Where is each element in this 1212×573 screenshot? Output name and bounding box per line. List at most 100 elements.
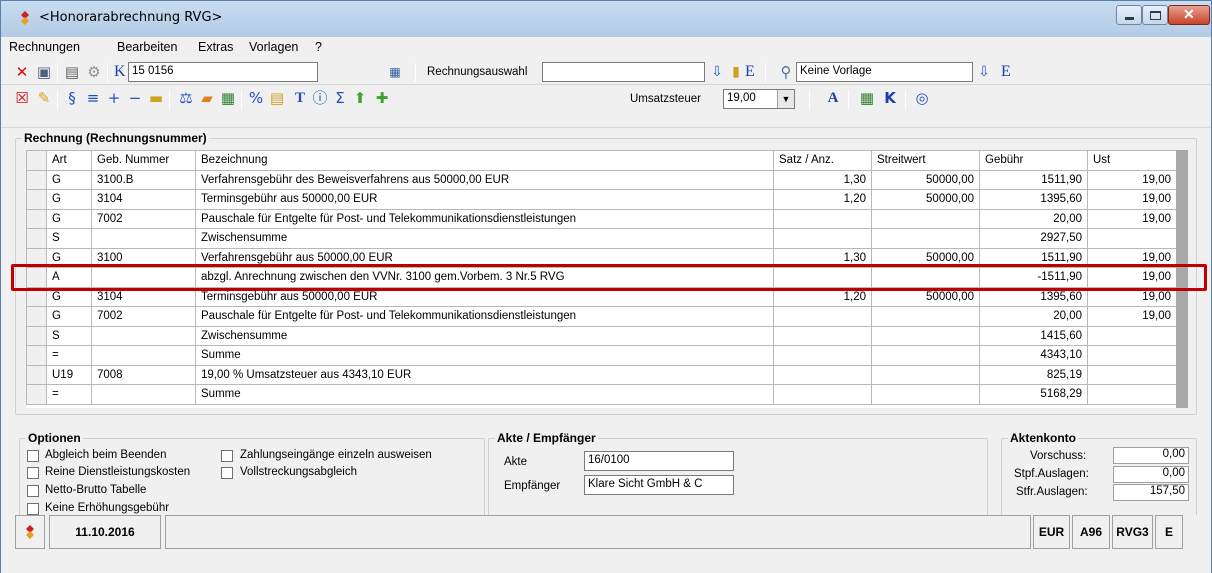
rechnungsauswahl-field[interactable]: [542, 62, 705, 82]
cell-ust[interactable]: 19,00: [1087, 247, 1177, 268]
document-icon[interactable]: ▤: [268, 89, 286, 107]
folder-add-icon[interactable]: ✚: [373, 89, 391, 107]
cell-ust[interactable]: 19,00: [1087, 189, 1177, 210]
row-selector[interactable]: [26, 208, 47, 229]
cell-streitwert[interactable]: 50000,00: [871, 286, 980, 307]
cell-art[interactable]: G: [46, 286, 92, 307]
cell-geb-nummer[interactable]: [91, 228, 196, 249]
folder-up-icon[interactable]: ⬆: [351, 89, 369, 107]
e-label[interactable]: E: [745, 63, 755, 81]
cell-geb-nummer[interactable]: 3100: [91, 247, 196, 268]
cell-art[interactable]: G: [46, 208, 92, 229]
cell-art[interactable]: =: [46, 345, 92, 366]
cell-gebuehr[interactable]: 5168,29: [979, 384, 1088, 405]
delete-icon[interactable]: ✕: [13, 63, 31, 81]
cell-bezeichnung[interactable]: Pauschale für Entgelte für Post- und Tel…: [195, 208, 774, 229]
cell-geb-nummer[interactable]: 7008: [91, 364, 196, 385]
cell-ust[interactable]: [1087, 325, 1177, 346]
cell-geb-nummer[interactable]: 7002: [91, 306, 196, 327]
table-row[interactable]: G 3104 Terminsgebühr aus 50000,00 EUR 1,20 5…: [26, 189, 1177, 210]
cell-geb-nummer[interactable]: [91, 345, 196, 366]
font-icon[interactable]: A: [824, 89, 842, 107]
cell-bezeichnung[interactable]: 19,00 % Umsatzsteuer aus 4343,10 EUR: [195, 364, 774, 385]
equals-icon[interactable]: ≡: [84, 89, 102, 107]
vertical-scrollbar[interactable]: [1176, 150, 1188, 408]
arrow-down-icon[interactable]: ⇩: [975, 63, 993, 81]
cell-streitwert[interactable]: 50000,00: [871, 247, 980, 268]
cell-art[interactable]: G: [46, 169, 92, 190]
cell-streitwert[interactable]: 50000,00: [871, 169, 980, 190]
menu-help[interactable]: ?: [315, 40, 322, 54]
e2-label[interactable]: E: [1001, 63, 1011, 81]
table-edit-icon[interactable]: ▦: [858, 89, 876, 107]
invoice-grid[interactable]: Art Geb. Nummer Bezeichnung Satz / Anz. …: [26, 150, 1188, 408]
row-selector[interactable]: [26, 267, 47, 288]
search-icon[interactable]: ⚲: [777, 63, 795, 81]
cell-streitwert[interactable]: [871, 364, 980, 385]
cell-art[interactable]: U19: [46, 364, 92, 385]
table-icon[interactable]: ▦: [219, 89, 237, 107]
cell-gebuehr[interactable]: 1415,60: [979, 325, 1088, 346]
table-row[interactable]: G 7002 Pauschale für Entgelte für Post- un…: [26, 306, 1177, 327]
row-selector[interactable]: [26, 286, 47, 307]
percent-icon[interactable]: %: [247, 89, 265, 107]
table-row[interactable]: = Summe 4343,10: [26, 345, 1177, 366]
menu-extras[interactable]: Extras: [198, 40, 233, 54]
row-selector[interactable]: [26, 228, 47, 249]
cell-art[interactable]: G: [46, 247, 92, 268]
cell-bezeichnung[interactable]: Terminsgebühr aus 50000,00 EUR: [195, 189, 774, 210]
cell-satz[interactable]: 1,20: [773, 189, 872, 210]
table-row[interactable]: S Zwischensumme 2927,50: [26, 228, 1177, 249]
close-button[interactable]: ✕: [1168, 5, 1210, 25]
minimize-button[interactable]: [1116, 5, 1142, 25]
cell-bezeichnung[interactable]: Summe: [195, 384, 774, 405]
cell-bezeichnung[interactable]: Zwischensumme: [195, 325, 774, 346]
cell-art[interactable]: G: [46, 306, 92, 327]
akte-field[interactable]: 16/0100: [584, 451, 734, 471]
folder-icon[interactable]: ▮: [727, 63, 745, 81]
calculator-icon[interactable]: ▦: [386, 63, 404, 81]
checkbox-netto-brutto[interactable]: [27, 485, 39, 497]
checkbox-reine-dienstleistung[interactable]: [27, 467, 39, 479]
checkbox-zahlungseingaenge[interactable]: [221, 450, 233, 462]
minus-icon[interactable]: −: [126, 89, 144, 107]
col-ust[interactable]: Ust: [1087, 150, 1177, 171]
table-row[interactable]: = Summe 5168,29: [26, 384, 1177, 405]
coins-icon[interactable]: ▬: [147, 89, 165, 107]
cell-bezeichnung[interactable]: Summe: [195, 345, 774, 366]
checkbox-abgleich[interactable]: [27, 450, 39, 462]
cell-gebuehr[interactable]: -1511,90: [979, 267, 1088, 288]
cell-satz[interactable]: 1,20: [773, 286, 872, 307]
cell-gebuehr[interactable]: 1511,90: [979, 169, 1088, 190]
checkbox-keine-erhoehung[interactable]: [27, 503, 39, 515]
cell-satz[interactable]: 1,30: [773, 247, 872, 268]
menu-bearbeiten[interactable]: Bearbeiten: [117, 40, 177, 54]
scale-icon[interactable]: ⚖: [177, 89, 195, 107]
cell-bezeichnung[interactable]: Verfahrensgebühr des Beweisverfahrens au…: [195, 169, 774, 190]
cell-satz[interactable]: [773, 208, 872, 229]
edit-icon[interactable]: ✎: [35, 89, 53, 107]
table-row[interactable]: Aabzgl. Anrechnung zwischen den VVNr. 31…: [26, 267, 1177, 288]
table-row[interactable]: G 7002 Pauschale für Entgelte für Post- un…: [26, 208, 1177, 229]
table-row[interactable]: S Zwischensumme 1415,60: [26, 325, 1177, 346]
cell-art[interactable]: =: [46, 384, 92, 405]
cell-geb-nummer[interactable]: 3104: [91, 286, 196, 307]
cell-streitwert[interactable]: [871, 345, 980, 366]
cell-bezeichnung[interactable]: abzgl. Anrechnung zwischen den VVNr. 310…: [195, 267, 774, 288]
cell-gebuehr[interactable]: 4343,10: [979, 345, 1088, 366]
cell-geb-nummer[interactable]: 3100.B: [91, 169, 196, 190]
cell-ust[interactable]: 19,00: [1087, 286, 1177, 307]
cell-streitwert[interactable]: [871, 306, 980, 327]
cell-satz[interactable]: [773, 364, 872, 385]
folder-open-icon[interactable]: ▰: [198, 89, 216, 107]
table-row[interactable]: G 3100.B Verfahrensgebühr des Beweisverfah…: [26, 169, 1177, 190]
maximize-button[interactable]: [1142, 5, 1168, 25]
cell-bezeichnung[interactable]: Zwischensumme: [195, 228, 774, 249]
cell-gebuehr[interactable]: 1511,90: [979, 247, 1088, 268]
cell-geb-nummer[interactable]: [91, 325, 196, 346]
table-row[interactable]: U19 7008 19,00 % Umsatzsteuer aus 4343,10 …: [26, 364, 1177, 385]
cell-bezeichnung[interactable]: Pauschale für Entgelte für Post- und Tel…: [195, 306, 774, 327]
cell-ust[interactable]: 19,00: [1087, 169, 1177, 190]
cell-gebuehr[interactable]: 1395,60: [979, 189, 1088, 210]
cell-satz[interactable]: [773, 345, 872, 366]
